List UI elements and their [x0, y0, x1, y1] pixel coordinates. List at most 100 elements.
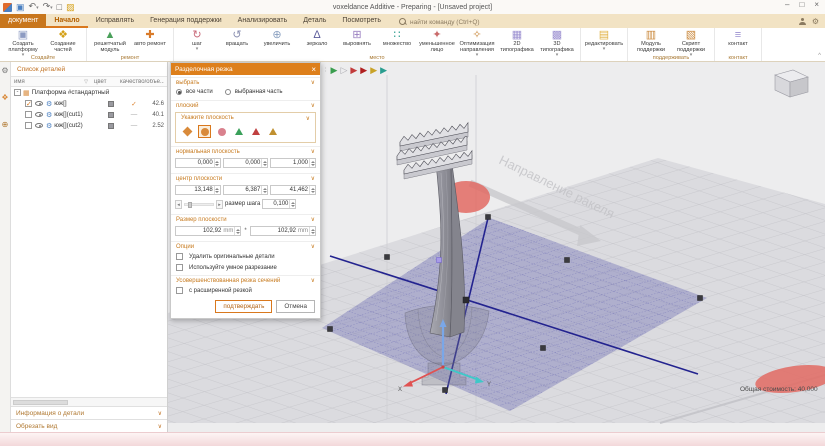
spin-down-icon[interactable]: [215, 164, 219, 166]
ribbon-button-support-module[interactable]: ▥Модуль поддержки: [631, 29, 671, 53]
spinner[interactable]: [234, 227, 240, 235]
rail-settings-icon[interactable]: ⚙: [1, 66, 8, 75]
option-label-1[interactable]: Используйте умное разрезание: [189, 265, 277, 271]
size-input-1[interactable]: 102,92mm: [250, 226, 316, 236]
tab-document[interactable]: документ: [0, 14, 46, 28]
spin-down-icon[interactable]: [311, 164, 315, 166]
part-checkbox[interactable]: [25, 100, 32, 107]
handle-right[interactable]: [698, 296, 703, 301]
flat-section-header[interactable]: плоский ∨: [171, 100, 320, 110]
spin-down-icon[interactable]: [311, 232, 315, 234]
new-file-icon[interactable]: □: [57, 2, 62, 12]
ribbon-button-step-move[interactable]: ↻шаг▾: [177, 29, 217, 51]
ribbon-button-nesting-2d[interactable]: ▦2D типографика: [497, 29, 537, 53]
spin-down-icon[interactable]: [263, 164, 267, 166]
plane-box-header[interactable]: Укажите плоскость ∨: [176, 113, 315, 123]
spin-up-icon[interactable]: [311, 161, 315, 163]
radio-selected-part[interactable]: [225, 89, 231, 95]
plane-free-icon[interactable]: [215, 125, 228, 138]
handle-left-mid[interactable]: [385, 255, 390, 260]
spin-down-icon[interactable]: [311, 191, 315, 193]
tab-4[interactable]: Анализировать: [230, 14, 296, 28]
ribbon-button-reduce-face[interactable]: ✦уменьшенное лицо: [417, 29, 457, 53]
advanced-cut-label[interactable]: с расширенной резкой: [189, 288, 252, 294]
tab-3[interactable]: Генерация поддержки: [142, 14, 230, 28]
select-none-icon[interactable]: ▷: [340, 64, 347, 76]
option-label-0[interactable]: Удалить оригинальные детали: [189, 254, 275, 260]
redo-icon[interactable]: ↷▾: [43, 1, 53, 13]
tab-2[interactable]: Исправлять: [88, 14, 142, 28]
step-size-input[interactable]: 0,100: [262, 199, 296, 209]
spin-up-icon[interactable]: [263, 188, 267, 190]
select-add-icon[interactable]: ▶: [331, 64, 338, 76]
confirm-button[interactable]: подтверждать: [215, 300, 272, 313]
spin-down-icon[interactable]: [215, 191, 219, 193]
handle-center[interactable]: [463, 297, 469, 303]
handle-bottom-right[interactable]: [541, 346, 546, 351]
plane-xz-icon[interactable]: [249, 125, 262, 138]
spinner[interactable]: [289, 200, 295, 208]
ribbon-button-auto-repair[interactable]: ✚авто ремонт: [130, 29, 170, 47]
select-all-icon[interactable]: ▶: [380, 64, 387, 76]
center-input-0[interactable]: 13,148: [175, 185, 221, 195]
handle-top[interactable]: [486, 215, 491, 220]
collapse-expander-icon[interactable]: -: [14, 89, 21, 96]
part-row-0[interactable]: ⚙юж[]✓42.6: [11, 98, 167, 109]
cancel-button[interactable]: Отмена: [276, 300, 315, 313]
part-info-section[interactable]: Информация о детали ∨: [11, 406, 167, 419]
center-input-1[interactable]: 6,387: [223, 185, 269, 195]
handle-bottom[interactable]: [443, 388, 448, 393]
center-input-2[interactable]: 41,462: [270, 185, 316, 195]
spinner[interactable]: [309, 186, 315, 194]
command-search[interactable]: найти команду (Ctrl+Q): [399, 14, 480, 28]
handle-right-mid[interactable]: [565, 258, 570, 263]
part-checkbox[interactable]: [25, 122, 32, 129]
part-color-swatch[interactable]: [108, 123, 114, 129]
clip-view-section[interactable]: Обрезать вид ∨: [11, 419, 167, 432]
maximize-button[interactable]: □: [799, 0, 804, 9]
tab-5[interactable]: Деталь: [295, 14, 334, 28]
part-row-1[interactable]: ⚙юж[](cut1)—40.1: [11, 109, 167, 120]
radio-all-parts[interactable]: [176, 89, 182, 95]
part-color-swatch[interactable]: [108, 101, 114, 107]
ribbon-button-nesting-3d[interactable]: ▩3D типографика▾: [537, 29, 577, 57]
plane-yz-icon[interactable]: [266, 125, 279, 138]
dialog-close-icon[interactable]: ×: [311, 65, 316, 74]
horizontal-scrollbar[interactable]: [11, 397, 167, 406]
column-quality[interactable]: качество/объе...: [120, 79, 164, 85]
save-icon[interactable]: ▣: [16, 2, 25, 12]
select-same-icon[interactable]: ▶: [370, 64, 377, 76]
tab-6[interactable]: Посмотреть: [334, 14, 389, 28]
visibility-eye-icon[interactable]: [35, 123, 43, 128]
ribbon-button-duplicate-multiple[interactable]: ∷множество: [377, 29, 417, 47]
ribbon-button-scale[interactable]: ⊕увеличить: [257, 29, 297, 47]
open-folder-icon[interactable]: ▨: [66, 2, 75, 12]
handle-left[interactable]: [328, 327, 333, 332]
spin-up-icon[interactable]: [263, 161, 267, 163]
ribbon-button-mirror[interactable]: Δзеркало: [297, 29, 337, 47]
filter-icon[interactable]: ▽: [84, 79, 88, 85]
ribbon-button-create-platform[interactable]: ▣Создать платформу▾: [3, 29, 43, 57]
settings-icon[interactable]: ⚙: [812, 17, 819, 26]
normal-section-header[interactable]: нормальная плоскость ∨: [171, 146, 320, 156]
ribbon-button-create-parts[interactable]: ❖Создание частей: [43, 29, 83, 53]
normal-input-2[interactable]: 1,000: [270, 158, 316, 168]
select-section-header[interactable]: выбрать ∨: [171, 77, 320, 87]
step-decrease-button[interactable]: ◂: [175, 200, 182, 209]
spin-up-icon[interactable]: [236, 229, 240, 231]
options-section-header[interactable]: Опции ∨: [171, 241, 320, 251]
spinner[interactable]: [261, 186, 267, 194]
spinner[interactable]: [309, 159, 315, 167]
spin-up-icon[interactable]: [215, 161, 219, 163]
ribbon-button-edit-support[interactable]: ▤редактировать▾: [584, 29, 624, 51]
plane-circle-icon[interactable]: [198, 125, 211, 138]
visibility-eye-icon[interactable]: [35, 101, 43, 106]
select-invert-icon[interactable]: ▶: [360, 64, 367, 76]
ribbon-button-rotate[interactable]: ↺вращать: [217, 29, 257, 47]
minimize-button[interactable]: –: [785, 0, 789, 9]
spinner[interactable]: [261, 159, 267, 167]
radio-selected-part-label[interactable]: выбранная часть: [235, 89, 283, 95]
column-name[interactable]: имя: [14, 79, 84, 85]
close-button[interactable]: ×: [814, 0, 819, 9]
ribbon-button-optimize-orientation[interactable]: ✧Оптимизация направления▾: [457, 29, 497, 57]
